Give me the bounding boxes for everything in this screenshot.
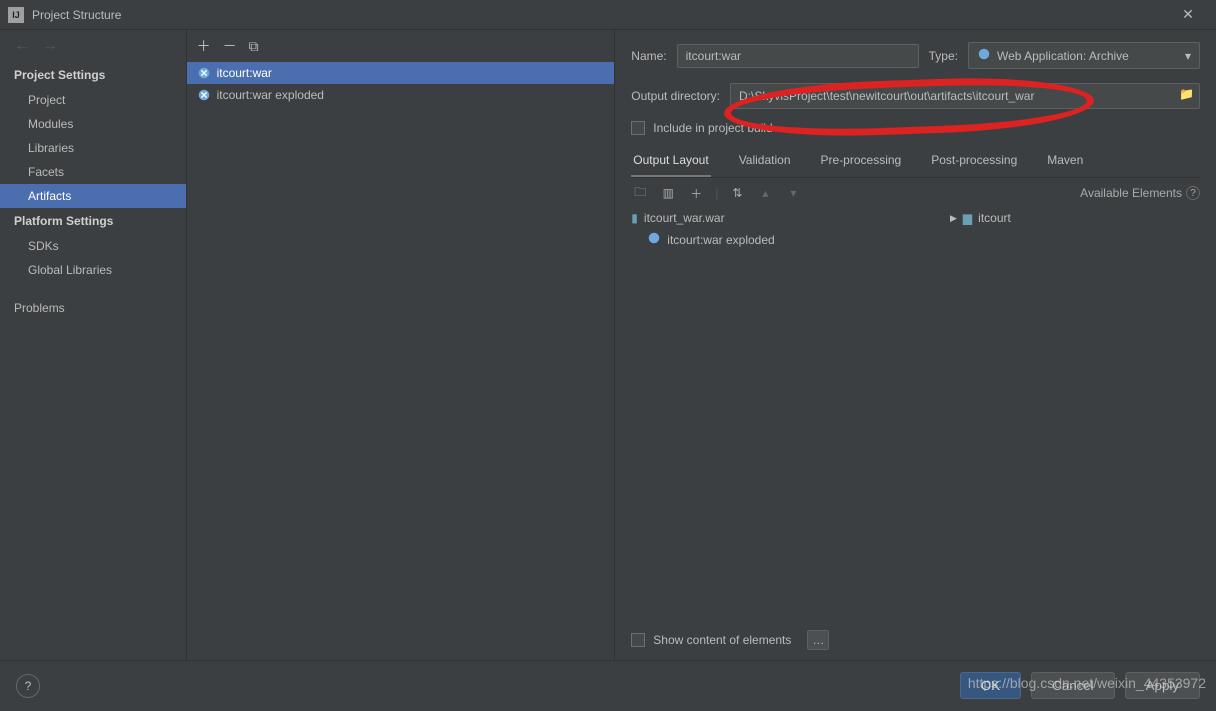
footer: ? OK Cancel Apply <box>0 660 1216 710</box>
artifact-icon <box>197 66 211 80</box>
new-file-icon[interactable]: ▥ <box>659 184 677 202</box>
include-build-label: Include in project build <box>653 121 772 135</box>
available-item-itcourt[interactable]: ▶ ▆ itcourt <box>950 208 1200 228</box>
artifact-list-panel: ＋ － ⧉ itcourt:war itcourt:war exploded <box>187 30 616 660</box>
sidebar-item-problems[interactable]: Problems <box>0 296 186 320</box>
artifact-label: itcourt:war <box>217 66 272 80</box>
help-small-icon[interactable]: ? <box>1186 186 1200 200</box>
title-bar: IJ Project Structure ✕ <box>0 0 1216 30</box>
sidebar-item-libraries[interactable]: Libraries <box>0 136 186 160</box>
sidebar: ← → Project Settings Project Modules Lib… <box>0 30 187 660</box>
browse-folder-icon[interactable]: 📁 <box>1179 87 1194 101</box>
module-icon: ▆ <box>963 211 972 225</box>
sidebar-item-facets[interactable]: Facets <box>0 160 186 184</box>
apply-button[interactable]: Apply <box>1125 672 1200 699</box>
detail-panel: Name: Type: Web Application: Archive ▾ O… <box>615 30 1216 660</box>
move-up-icon[interactable]: ▴ <box>756 184 774 202</box>
name-input[interactable] <box>677 44 919 68</box>
sidebar-item-project[interactable]: Project <box>0 88 186 112</box>
output-dir-input[interactable] <box>730 83 1200 109</box>
main-area: ← → Project Settings Project Modules Lib… <box>0 30 1216 660</box>
tabs: Output Layout Validation Pre-processing … <box>631 149 1200 178</box>
name-type-row: Name: Type: Web Application: Archive ▾ <box>631 42 1200 69</box>
sidebar-item-sdks[interactable]: SDKs <box>0 234 186 258</box>
sidebar-item-modules[interactable]: Modules <box>0 112 186 136</box>
tree-root-war[interactable]: ▮ itcourt_war.war <box>631 208 930 228</box>
section-header-project: Project Settings <box>0 62 186 88</box>
artifact-item-war-exploded[interactable]: itcourt:war exploded <box>187 84 615 106</box>
tab-pre-processing[interactable]: Pre-processing <box>819 149 904 177</box>
tree-child-exploded[interactable]: itcourt:war exploded <box>631 228 930 251</box>
layout-toolbar: 🗀 ▥ ＋ | ⇅ ▴ ▾ Available Elements ? <box>631 178 1200 208</box>
app-icon: IJ <box>8 7 24 23</box>
add-plus-icon[interactable]: ＋ <box>687 184 705 202</box>
show-content-label: Show content of elements <box>653 633 791 647</box>
name-label: Name: <box>631 49 666 63</box>
output-tree: ▮ itcourt_war.war itcourt:war exploded <box>631 208 930 251</box>
move-down-icon[interactable]: ▾ <box>784 184 802 202</box>
artifact-item-war[interactable]: itcourt:war <box>187 62 615 84</box>
expand-icon[interactable]: ▶ <box>950 213 957 224</box>
elements-options-button[interactable]: … <box>807 630 829 650</box>
sort-icon[interactable]: ⇅ <box>728 184 746 202</box>
archive-icon: ▮ <box>631 211 638 225</box>
output-dir-label: Output directory: <box>631 89 720 103</box>
forward-arrow-icon[interactable]: → <box>42 37 58 55</box>
output-dir-row: Output directory: 📁 <box>631 83 1200 109</box>
tab-output-layout[interactable]: Output Layout <box>631 149 710 177</box>
tab-maven[interactable]: Maven <box>1045 149 1085 177</box>
include-build-row: Include in project build <box>631 121 1200 135</box>
copy-icon[interactable]: ⧉ <box>249 38 259 55</box>
type-label: Type: <box>929 49 958 63</box>
web-icon <box>977 47 991 64</box>
artifact-icon <box>647 231 661 248</box>
tab-validation[interactable]: Validation <box>737 149 793 177</box>
artifact-label: itcourt:war exploded <box>217 88 324 102</box>
sidebar-item-artifacts[interactable]: Artifacts <box>0 184 186 208</box>
include-build-checkbox[interactable] <box>631 121 645 135</box>
show-content-checkbox[interactable] <box>631 633 645 647</box>
add-icon[interactable]: ＋ <box>197 36 211 56</box>
new-folder-icon[interactable]: 🗀 <box>631 184 649 202</box>
available-elements-label: Available Elements ? <box>1080 186 1200 200</box>
window-title: Project Structure <box>32 8 1168 22</box>
ok-button[interactable]: OK <box>960 672 1021 699</box>
show-content-row: Show content of elements … <box>631 630 829 650</box>
section-header-platform: Platform Settings <box>0 208 186 234</box>
type-select[interactable]: Web Application: Archive ▾ <box>968 42 1200 69</box>
artifact-icon <box>197 88 211 102</box>
type-value: Web Application: Archive <box>997 49 1129 63</box>
close-button[interactable]: ✕ <box>1168 1 1208 29</box>
nav-arrows: ← → <box>0 30 186 62</box>
help-button[interactable]: ? <box>16 674 40 698</box>
cancel-button[interactable]: Cancel <box>1031 672 1115 699</box>
sidebar-item-global-libraries[interactable]: Global Libraries <box>0 258 186 282</box>
chevron-down-icon: ▾ <box>1185 49 1191 63</box>
artifact-toolbar: ＋ － ⧉ <box>187 30 615 62</box>
remove-icon[interactable]: － <box>223 36 237 56</box>
tab-post-processing[interactable]: Post-processing <box>929 149 1019 177</box>
back-arrow-icon[interactable]: ← <box>14 37 30 55</box>
tree-columns: ▮ itcourt_war.war itcourt:war exploded ▶… <box>631 208 1200 251</box>
available-tree: ▶ ▆ itcourt <box>950 208 1200 251</box>
